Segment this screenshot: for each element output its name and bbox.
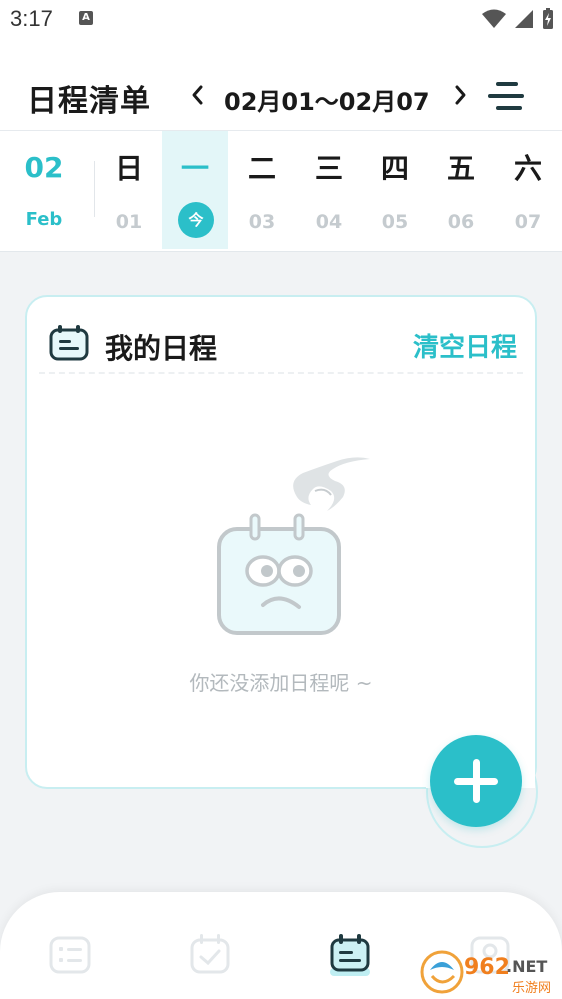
menu-button[interactable] <box>486 78 526 114</box>
empty-state-text: 你还没添加日程呢 ~ <box>189 671 373 695</box>
empty-calendar-illustration <box>217 457 370 635</box>
day-friday[interactable]: 五 06 <box>428 131 494 249</box>
chevron-right-icon <box>455 85 466 105</box>
wifi-icon <box>482 9 506 28</box>
notification-icon: A <box>79 11 93 25</box>
month-name: Feb <box>25 209 63 230</box>
date-range: 02月01～02月07 <box>224 88 430 116</box>
month-indicator: 02 Feb <box>0 131 92 253</box>
day-name: 四 <box>380 152 409 185</box>
today-badge: 今 <box>178 202 214 238</box>
nav-tasks[interactable] <box>186 930 236 980</box>
nav-list[interactable] <box>46 930 96 980</box>
divider <box>39 372 523 374</box>
day-thursday[interactable]: 四 05 <box>362 131 428 249</box>
day-number: 07 <box>514 211 542 233</box>
day-number: 06 <box>447 211 475 233</box>
next-week-button[interactable] <box>448 78 472 112</box>
day-wednesday[interactable]: 三 04 <box>296 131 362 249</box>
prev-week-button[interactable] <box>186 78 210 112</box>
status-bar: 3:17 A <box>0 0 562 40</box>
site-watermark-logo: 962 .NET 乐游网 <box>420 950 551 996</box>
nav-schedule[interactable] <box>326 930 376 980</box>
plus-icon <box>454 759 498 803</box>
day-number: 01 <box>115 211 143 233</box>
add-schedule-button[interactable] <box>430 735 522 827</box>
list-icon <box>49 936 91 974</box>
day-saturday[interactable]: 六 07 <box>495 131 561 249</box>
day-name: 一 <box>180 152 209 185</box>
day-number: 04 <box>315 211 343 233</box>
watermark-suffix: .NET <box>506 957 547 976</box>
calendar-note-icon <box>330 934 370 976</box>
clear-schedule-button[interactable]: 清空日程 <box>413 327 517 364</box>
page-title: 日程清单 <box>27 84 151 119</box>
calendar-note-icon <box>49 325 89 361</box>
signal-icon <box>515 10 533 28</box>
menu-icon <box>488 82 524 110</box>
day-name: 五 <box>446 152 475 185</box>
day-name: 日 <box>114 152 143 185</box>
status-time: 3:17 <box>10 6 53 31</box>
day-name: 六 <box>513 152 542 185</box>
day-sunday[interactable]: 日 01 <box>96 131 162 249</box>
status-icons <box>482 7 554 31</box>
battery-icon <box>543 8 553 29</box>
check-calendar-icon <box>190 934 230 974</box>
divider <box>94 161 95 217</box>
week-strip: 02 Feb 日 01 一 今 二 03 三 04 四 05 五 06 六 07 <box>0 130 562 252</box>
day-name: 二 <box>247 152 276 185</box>
day-tuesday[interactable]: 二 03 <box>229 131 295 249</box>
day-name: 三 <box>314 152 343 185</box>
app-header: 日程清单 02月01～02月07 <box>0 40 562 130</box>
day-number: 05 <box>381 211 409 233</box>
schedule-card: 我的日程 清空日程 你还没添加日程呢 ~ <box>25 295 537 789</box>
chevron-left-icon <box>192 85 203 105</box>
card-title: 我的日程 <box>105 332 218 365</box>
day-number: 03 <box>248 211 276 233</box>
watermark-subtitle: 乐游网 <box>512 981 551 996</box>
month-number: 02 <box>24 151 64 184</box>
watermark-brand: 962 <box>464 955 510 980</box>
day-monday[interactable]: 一 今 <box>162 131 228 249</box>
